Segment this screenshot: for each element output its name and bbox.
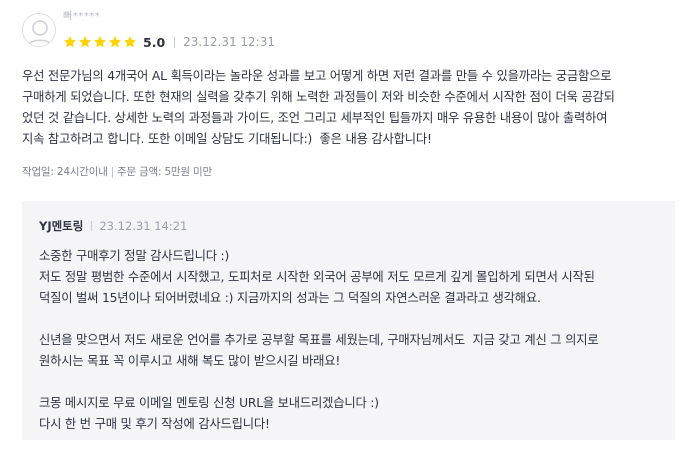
meta-separator: | <box>110 166 115 178</box>
star-icon <box>108 35 122 49</box>
divider <box>174 36 176 48</box>
star-icon <box>78 35 92 49</box>
reply-author: YJ멘토링 <box>39 219 84 233</box>
order-meta: 작업일: 24시간이내 | 주문 금액: 5만원 미만 <box>22 164 212 180</box>
review-date: 23.12.31 12:31 <box>183 35 275 49</box>
star-rating <box>63 35 138 49</box>
rating-score: 5.0 <box>143 34 166 50</box>
reply-body: 소중한 구매후기 정말 감사드립니다 :) 저도 정말 평범한 수준에서 시작했… <box>39 249 599 431</box>
avatar-icon <box>22 13 56 47</box>
rating-row: 5.0 23.12.31 12:31 <box>63 32 275 52</box>
star-icon <box>93 35 107 49</box>
work-days: 작업일: 24시간이내 <box>22 166 108 178</box>
review-body: 우선 전문가님의 4개국어 AL 획득이라는 놀라운 성과를 보고 어떻게 하면… <box>22 69 615 146</box>
review-card: 뻐***** 5.0 23.12.31 12:31 우선 전문가님의 4개국어 … <box>0 0 699 472</box>
order-amount: 주문 금액: 5만원 미만 <box>117 166 212 178</box>
reply-header: YJ멘토링 23.12.31 14:21 <box>39 218 187 234</box>
star-icon <box>123 35 137 49</box>
seller-reply: YJ멘토링 23.12.31 14:21 소중한 구매후기 정말 감사드립니다 … <box>22 201 675 440</box>
star-icon <box>63 35 77 49</box>
reply-date: 23.12.31 14:21 <box>99 219 188 233</box>
divider <box>91 221 93 231</box>
reviewer-username: 뻐***** <box>63 11 101 22</box>
